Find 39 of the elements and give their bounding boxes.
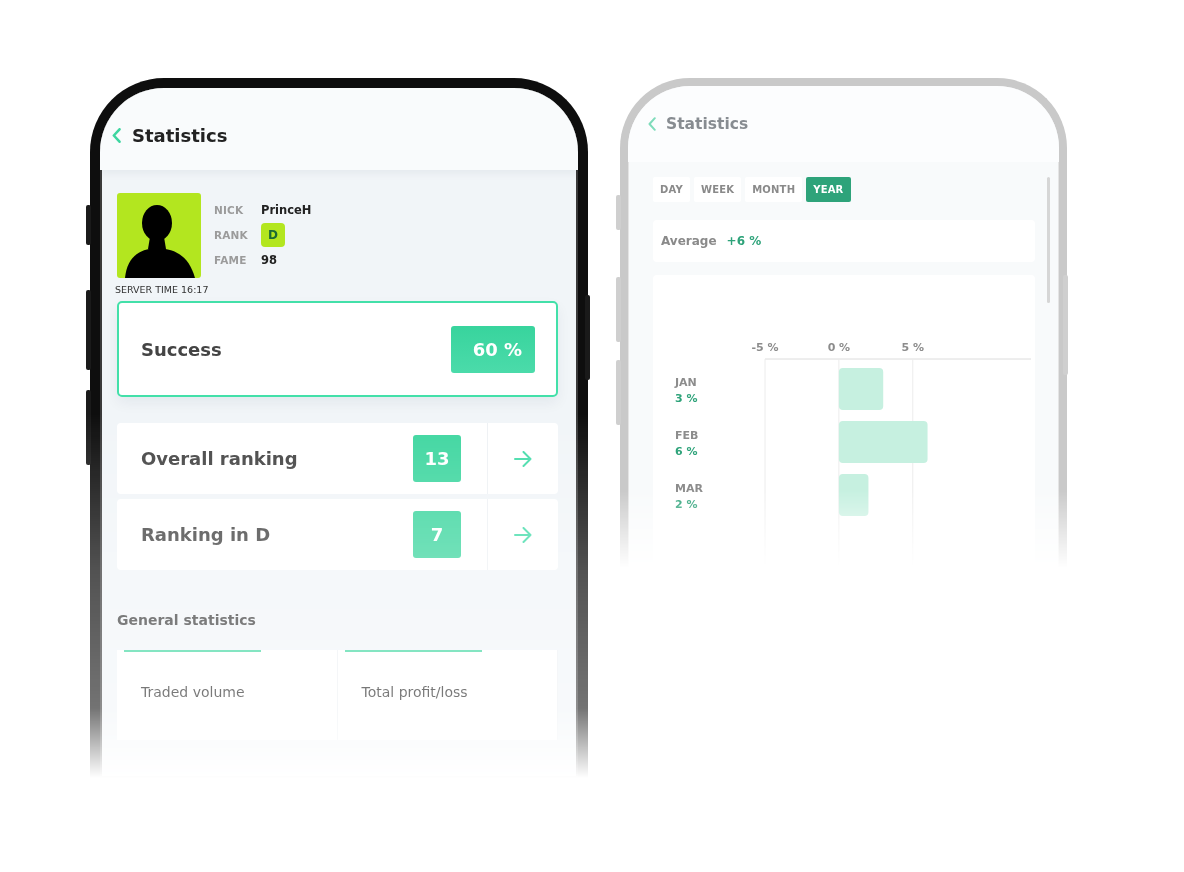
period-tab[interactable]: DAY bbox=[653, 177, 690, 202]
average-value: +6 % bbox=[726, 234, 762, 248]
category-label: JAN bbox=[675, 376, 697, 389]
category-label: MAR bbox=[675, 482, 703, 495]
screen-title: Statistics bbox=[132, 124, 228, 146]
chart-bar bbox=[838, 474, 869, 516]
chart-bar bbox=[838, 368, 884, 410]
tick-label: 5 % bbox=[901, 341, 925, 354]
section-title: General statistics bbox=[117, 612, 256, 628]
ranking-badge: 13 bbox=[413, 435, 461, 482]
field-label: NICK bbox=[214, 203, 245, 216]
tick-label: 0 % bbox=[827, 341, 851, 354]
period-tab[interactable]: MONTH bbox=[745, 177, 803, 202]
value-label: 3 % bbox=[675, 392, 698, 405]
value-label: 6 % bbox=[675, 445, 698, 458]
period-tab[interactable]: WEEK bbox=[693, 177, 742, 202]
back-icon[interactable] bbox=[112, 127, 121, 143]
ranking-label: Overall ranking bbox=[141, 448, 298, 469]
stat-label: Total profit/loss bbox=[361, 684, 468, 700]
ranking-badge: 7 bbox=[413, 511, 461, 558]
stat-label: Traded volume bbox=[141, 684, 245, 700]
field-value: PrinceH bbox=[261, 202, 312, 217]
field-value: 98 bbox=[261, 252, 278, 267]
value-label: 2 % bbox=[675, 498, 698, 511]
rank-badge: D bbox=[261, 222, 285, 247]
tick-label: -5 % bbox=[751, 341, 779, 354]
arrow-right-icon[interactable] bbox=[514, 450, 532, 467]
success-rate-badge: 60 % bbox=[451, 325, 535, 373]
field-label: FAME bbox=[214, 253, 248, 266]
arrow-right-icon[interactable] bbox=[514, 526, 532, 543]
ranking-label: Ranking in D bbox=[141, 524, 271, 545]
screen-title: Statistics bbox=[666, 115, 749, 133]
period-tab[interactable]: YEAR bbox=[806, 177, 851, 202]
average-label: Average bbox=[661, 234, 717, 248]
server-time: SERVER TIME 16:17 bbox=[115, 284, 209, 295]
category-label: FEB bbox=[675, 429, 699, 442]
back-icon[interactable] bbox=[648, 117, 656, 131]
field-label: RANK bbox=[214, 228, 249, 241]
success-label: Success bbox=[141, 338, 222, 360]
